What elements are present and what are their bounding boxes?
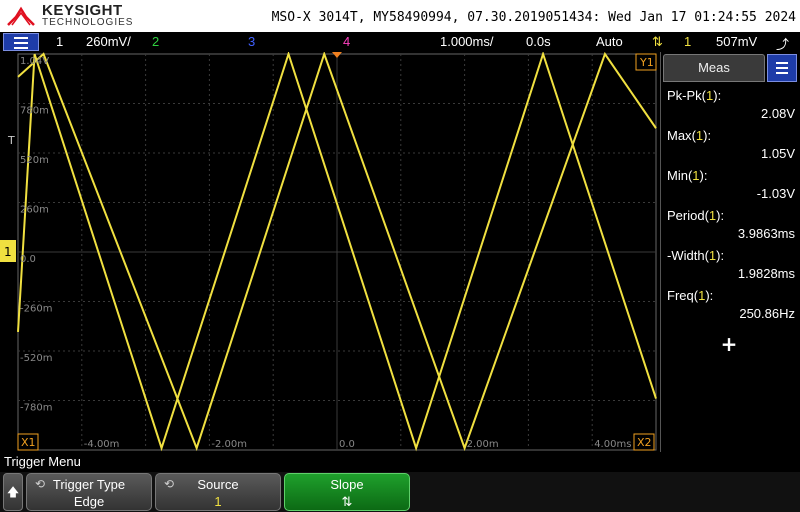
measurement-name-text: Pk-Pk	[667, 88, 702, 103]
instrument-info: MSO-X 3014T, MY58490994, 07.30.201905143…	[271, 10, 796, 25]
softkey-bar: 🡅 ⟲ Trigger Type Edge ⟲ Source 1 Slope ⇅	[0, 472, 800, 512]
slope-label: Slope	[330, 477, 364, 492]
menu-icon	[776, 62, 788, 64]
trigger-mode[interactable]: Auto	[596, 34, 623, 49]
time-delay[interactable]: 0.0s	[526, 34, 551, 49]
x-axis-tick-label: -2.00m	[211, 439, 247, 450]
menu-icon-line	[14, 42, 28, 44]
ch3-indicator[interactable]: 3	[248, 34, 255, 49]
graticule-grid	[17, 53, 657, 451]
y-axis-tick-label: 520m	[20, 155, 49, 166]
slope-softkey[interactable]: Slope ⇅	[284, 473, 410, 511]
y-axis-tick-label: -260m	[20, 304, 52, 315]
trigger-type-label: Trigger Type	[52, 477, 126, 492]
trigger-type-value: Edge	[73, 494, 105, 509]
trigger-edge-icon: ⇅	[652, 34, 663, 49]
graticule: 1.04V 780m 520m 260m 0.0 -260m -520m -780m -4.0…	[0, 52, 657, 452]
measurement-name: -Width(1):	[667, 248, 725, 263]
instrument-header: KEYSIGHT TECHNOLOGIES MSO-X 3014T, MY584…	[0, 0, 800, 32]
brand-subtitle: TECHNOLOGIES	[42, 17, 134, 28]
measurement-value: 1.05V	[761, 146, 795, 161]
keysight-logo: KEYSIGHT TECHNOLOGIES	[4, 2, 134, 30]
trigger-source[interactable]: 1	[684, 34, 691, 49]
measurement-name: Min(1):	[667, 168, 708, 183]
measurement-value: 1.9828ms	[737, 266, 795, 281]
source-softkey[interactable]: ⟲ Source 1	[155, 473, 281, 511]
menu-icon-line	[14, 47, 28, 49]
ch1-ground-label: 1	[4, 245, 12, 259]
source-value: 1	[214, 494, 222, 509]
y-axis-tick-label: 260m	[20, 205, 49, 216]
measurement-name: Period(1):	[667, 208, 725, 223]
panel-menu-button[interactable]	[767, 54, 797, 82]
cursor-y1-label: Y1	[639, 56, 654, 69]
trigger-type-softkey[interactable]: ⟲ Trigger Type Edge	[26, 473, 152, 511]
measurement-value: 3.9863ms	[737, 226, 795, 241]
y-axis-tick-label: -520m	[20, 353, 52, 364]
softkey-menu-title: Trigger Menu	[4, 454, 81, 469]
measurement-item[interactable]: Min(1): -1.03V	[665, 166, 799, 206]
x-axis-labels: -4.00m -2.00m 0.0 2.00m 4.00ms	[84, 439, 632, 450]
measurement-name-text: -Width	[667, 248, 705, 263]
keysight-logo-icon	[7, 6, 35, 26]
measurement-channel: 1	[706, 88, 714, 103]
measurement-value: -1.03V	[756, 186, 795, 201]
measurement-name: Freq(1):	[667, 288, 714, 303]
status-bar: 1 260mV/ 2 3 4 1.000ms/ 0.0s Auto ⇅ 1 50…	[0, 32, 800, 52]
measurement-channel: 1	[695, 128, 704, 143]
measurement-item[interactable]: Freq(1): 250.86Hz	[665, 286, 799, 326]
measurement-item[interactable]: -Width(1): 1.9828ms	[665, 246, 799, 286]
measurement-value: 250.86Hz	[739, 306, 795, 321]
trigger-level[interactable]: 507mV	[716, 34, 757, 49]
measurement-channel: 1	[708, 248, 717, 263]
measurement-channel: 1	[692, 168, 700, 183]
main-menu-button[interactable]	[3, 33, 39, 51]
ch2-indicator[interactable]: 2	[152, 34, 159, 49]
measurement-value: 2.08V	[761, 106, 795, 121]
ch1-scale[interactable]: 260mV/	[86, 34, 131, 49]
measurements-panel: Meas Pk-Pk(1): 2.08V Max(1): 1.05V Min(1): -1…	[660, 52, 800, 452]
measurement-name-text: Freq	[667, 288, 694, 303]
ch4-indicator[interactable]: 4	[343, 34, 350, 49]
x-axis-tick-label: -4.00m	[84, 439, 120, 450]
measurement-item[interactable]: Period(1): 3.9863ms	[665, 206, 799, 246]
waveform-display[interactable]: 1.04V 780m 520m 260m 0.0 -260m -520m -780m -4.0…	[0, 52, 658, 452]
measurement-name: Max(1):	[667, 128, 712, 143]
y-axis-tick-label: -780m	[20, 403, 52, 414]
y-axis-tick-label: 1.04V	[20, 56, 49, 67]
menu-icon-line	[776, 67, 788, 69]
trigger-position-marker	[332, 52, 342, 58]
x-axis-tick-label: 2.00m	[467, 439, 499, 450]
measurement-name-text: Min	[667, 168, 688, 183]
y-axis-tick-label: 0.0	[20, 254, 36, 265]
measurement-channel: 1	[708, 208, 717, 223]
ch1-indicator[interactable]: 1	[56, 34, 63, 49]
trigger-slope-icon: ⤴	[776, 37, 790, 52]
timebase-scale[interactable]: 1.000ms/	[440, 34, 493, 49]
menu-icon	[14, 37, 28, 39]
y-axis-tick-label: 780m	[20, 106, 49, 117]
menu-icon-line	[776, 72, 788, 74]
measurement-name: Pk-Pk(1):	[667, 88, 722, 103]
measurement-name-text: Max	[667, 128, 692, 143]
y-axis-labels: 1.04V 780m 520m 260m 0.0 -260m -520m -780m	[20, 56, 52, 414]
back-button[interactable]: 🡅	[3, 473, 23, 511]
trigger-level-marker: T	[7, 134, 15, 147]
measurement-item[interactable]: Pk-Pk(1): 2.08V	[665, 86, 799, 126]
cursor-x2-label: X2	[637, 436, 652, 449]
x-axis-tick-label: 4.00ms	[594, 439, 631, 450]
measurements-tab[interactable]: Meas	[663, 54, 765, 82]
x-axis-tick-label: 0.0	[339, 439, 355, 450]
add-measurement-button[interactable]: +	[719, 334, 739, 354]
cursor-x1-label: X1	[21, 436, 36, 449]
measurement-channel: 1	[698, 288, 706, 303]
source-label: Source	[197, 477, 239, 492]
slope-value: ⇅	[341, 494, 353, 509]
measurement-name-text: Period	[667, 208, 705, 223]
measurement-item[interactable]: Max(1): 1.05V	[665, 126, 799, 166]
